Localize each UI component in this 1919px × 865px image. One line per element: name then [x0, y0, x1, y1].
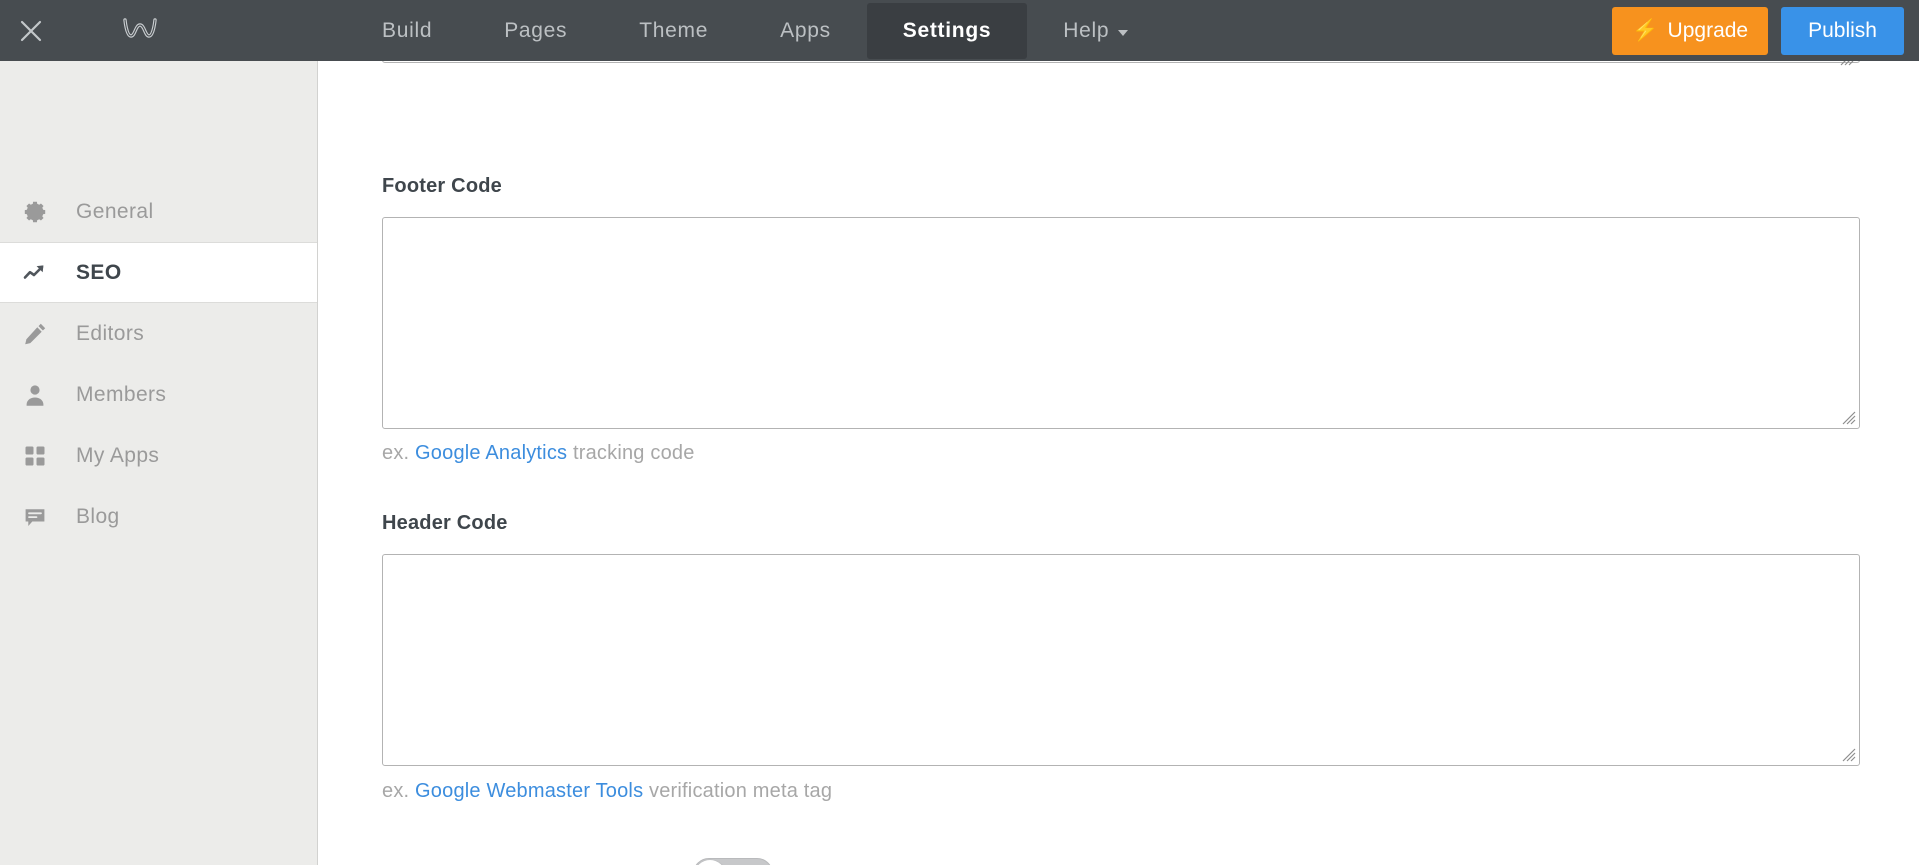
sidebar-item-label: Members [76, 383, 166, 407]
sidebar-item-label: Editors [76, 322, 144, 346]
header-code-textarea-wrap[interactable] [382, 554, 1860, 766]
footer-code-label: Footer Code [382, 175, 502, 198]
sidebar-item-members[interactable]: Members [0, 364, 317, 425]
publish-button-label: Publish [1808, 19, 1877, 43]
footer-code-textarea-wrap[interactable] [382, 217, 1860, 429]
google-webmaster-tools-link[interactable]: Google Webmaster Tools [415, 780, 643, 802]
close-editor-button[interactable] [0, 0, 62, 61]
previous-field-resize-grip-icon [1840, 61, 1854, 66]
footer-code-textarea[interactable] [383, 218, 1859, 428]
nav-label: Apps [780, 19, 831, 43]
nav-item-theme[interactable]: Theme [603, 3, 744, 59]
sidebar-item-blog[interactable]: Blog [0, 486, 317, 547]
sidebar-item-general[interactable]: General [0, 181, 317, 242]
grid-squares-icon [22, 443, 66, 469]
publish-button[interactable]: Publish [1781, 7, 1904, 55]
person-icon [22, 382, 66, 408]
upgrade-button-label: Upgrade [1668, 19, 1749, 43]
header-code-hint-suffix: verification meta tag [643, 780, 832, 802]
trending-up-icon [22, 260, 66, 286]
sidebar-item-editors[interactable]: Editors [0, 303, 317, 364]
nav-label: Pages [504, 19, 567, 43]
nav-item-help[interactable]: Help [1027, 3, 1164, 59]
upgrade-button[interactable]: ⚡ Upgrade [1612, 7, 1768, 55]
google-analytics-link[interactable]: Google Analytics [415, 442, 567, 464]
top-bar-actions: ⚡ Upgrade Publish [1612, 0, 1919, 61]
pencil-icon [22, 321, 66, 347]
settings-sidebar: General SEO Editors Members [0, 61, 318, 865]
header-code-hint-prefix: ex. [382, 780, 415, 802]
lightning-bolt-icon: ⚡ [1632, 20, 1658, 41]
chevron-down-icon [1118, 30, 1128, 36]
nav-item-settings[interactable]: Settings [867, 3, 1027, 59]
toggle-knob [695, 860, 725, 865]
weebly-logo-icon [121, 13, 159, 48]
footer-code-hint-prefix: ex. [382, 442, 415, 464]
nav-item-apps[interactable]: Apps [744, 3, 867, 59]
footer-code-hint-suffix: tracking code [567, 442, 694, 464]
hide-site-toggle[interactable] [693, 858, 773, 865]
sidebar-item-label: Blog [76, 505, 120, 529]
footer-code-hint: ex. Google Analytics tracking code [382, 442, 695, 465]
close-icon [20, 20, 42, 42]
weebly-logo[interactable] [92, 0, 188, 61]
sidebar-item-label: General [76, 200, 154, 224]
sidebar-item-seo[interactable]: SEO [0, 242, 317, 303]
nav-label: Build [382, 19, 432, 43]
nav-label: Settings [903, 19, 991, 43]
gear-icon [22, 199, 66, 225]
nav-label: Help [1063, 19, 1109, 43]
sidebar-item-label: My Apps [76, 444, 159, 468]
header-code-hint: ex. Google Webmaster Tools verification … [382, 780, 832, 803]
sidebar-item-label: SEO [76, 261, 122, 285]
nav-label: Theme [639, 19, 708, 43]
speech-bubble-icon [22, 504, 66, 530]
top-bar: Build Pages Theme Apps Settings Help ⚡ U… [0, 0, 1919, 61]
nav-item-build[interactable]: Build [346, 3, 468, 59]
nav-item-pages[interactable]: Pages [468, 3, 603, 59]
settings-seo-panel: Footer Code ex. Google Analytics trackin… [319, 61, 1919, 865]
sidebar-item-my-apps[interactable]: My Apps [0, 425, 317, 486]
header-code-textarea[interactable] [383, 555, 1859, 765]
hide-site-row: Hide site from search engines [382, 858, 773, 865]
header-code-label: Header Code [382, 512, 508, 535]
previous-field-cutoff [382, 61, 1860, 63]
main-navigation: Build Pages Theme Apps Settings Help [346, 0, 1164, 61]
